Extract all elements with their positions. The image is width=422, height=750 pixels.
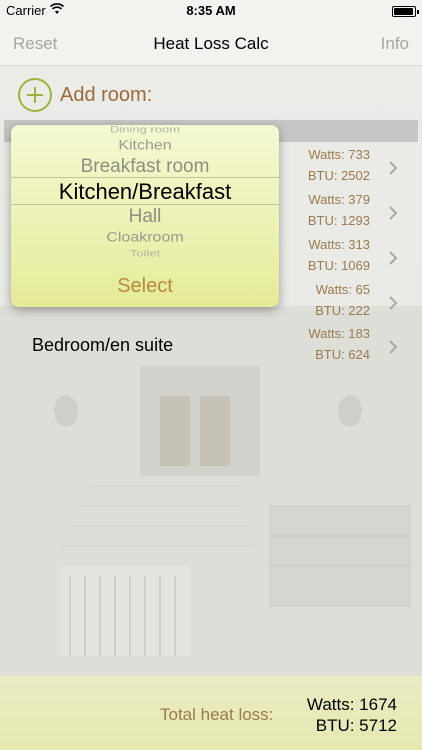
total-watts: Watts: 1674 — [306, 695, 397, 714]
add-room-label: Add room: — [60, 83, 153, 106]
picker-option[interactable]: Cloakroom — [11, 230, 279, 245]
total-heat-loss-bar: Total heat loss: Watts: 1674 BTU: 5712 — [0, 676, 422, 750]
chevron-right-icon[interactable] — [388, 339, 398, 355]
chevron-right-icon[interactable] — [388, 205, 398, 221]
select-button[interactable]: Select — [11, 275, 279, 298]
room-watts: Watts: 65 — [315, 282, 370, 297]
room-watts: Watts: 313 — [308, 237, 370, 252]
picker-option[interactable]: Toilet — [11, 248, 279, 259]
picker-option-selected[interactable]: Kitchen/Breakfast — [11, 179, 279, 205]
picker-option[interactable]: Kitchen — [11, 138, 279, 153]
total-label: Total heat loss: — [160, 705, 274, 724]
status-bar: Carrier 8:35 AM — [0, 0, 422, 22]
room-btu: BTU: 2502 — [307, 168, 370, 183]
clock: 8:35 AM — [186, 3, 236, 18]
room-row[interactable]: Bedroom/en suite Watts: 183 BTU: 624 — [0, 325, 422, 369]
room-btu: BTU: 222 — [315, 303, 370, 318]
room-name: Bedroom/en suite — [32, 335, 174, 355]
chevron-right-icon[interactable] — [388, 160, 398, 176]
chevron-right-icon[interactable] — [388, 250, 398, 266]
plus-circle-icon[interactable] — [18, 78, 52, 112]
room-watts: Watts: 733 — [308, 147, 370, 162]
room-watts: Watts: 379 — [308, 192, 370, 207]
room-btu: BTU: 624 — [315, 347, 370, 362]
room-type-picker[interactable]: Dining room Kitchen Breakfast room Kitch… — [11, 125, 279, 307]
battery-icon — [392, 6, 419, 17]
navigation-bar: Reset Heat Loss Calc Info — [0, 22, 422, 66]
chevron-right-icon[interactable] — [388, 295, 398, 311]
page-title: Heat Loss Calc — [153, 34, 269, 53]
room-watts: Watts: 183 — [308, 326, 370, 341]
room-btu: BTU: 1069 — [307, 258, 370, 273]
info-button[interactable]: Info — [381, 34, 409, 54]
room-btu: BTU: 1293 — [307, 213, 370, 228]
picker-option[interactable]: Hall — [11, 206, 279, 228]
add-room-control[interactable]: Add room: — [18, 78, 152, 112]
total-btu: BTU: 5712 — [315, 716, 397, 735]
picker-option[interactable]: Dining room — [11, 125, 279, 135]
picker-option[interactable]: Breakfast room — [11, 156, 279, 178]
